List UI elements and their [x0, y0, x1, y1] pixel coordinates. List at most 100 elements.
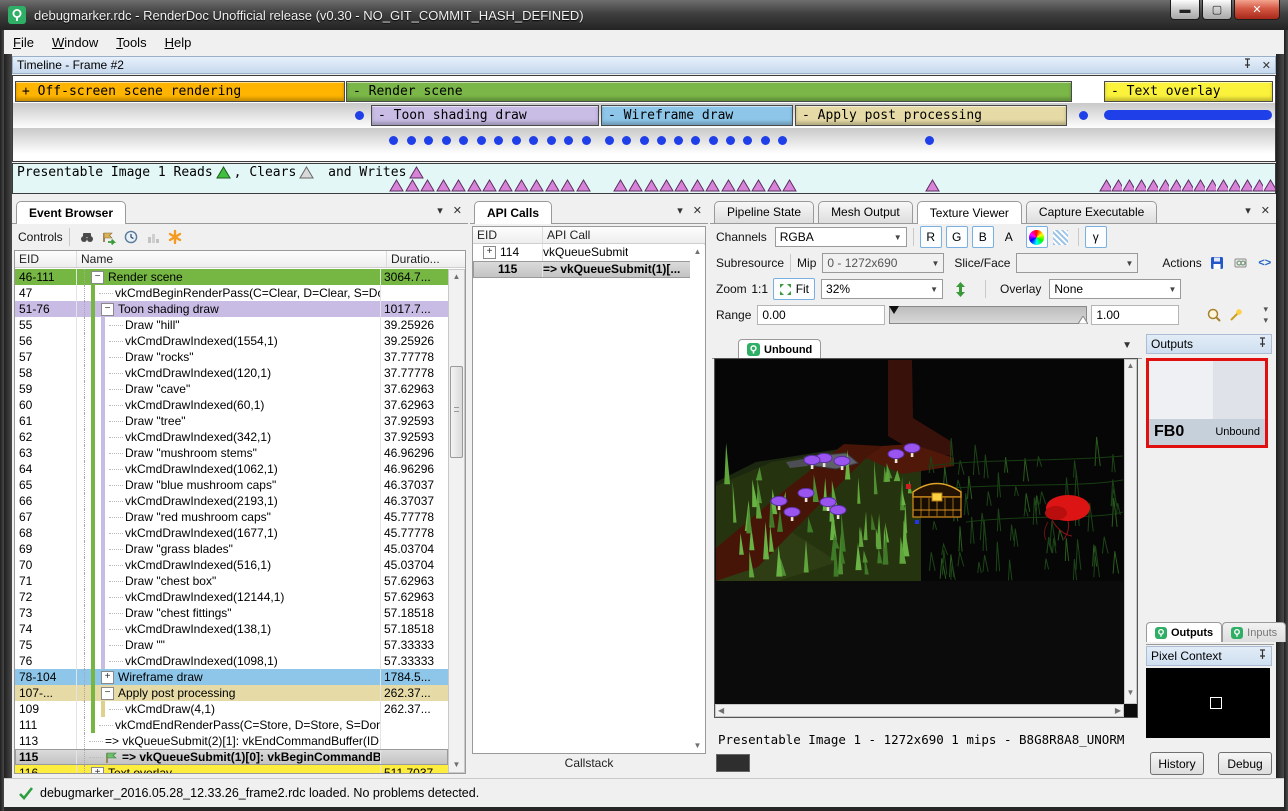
goto-event-icon[interactable] — [98, 226, 120, 248]
event-row-51-76[interactable]: 51-76−Toon shading draw1017.7... — [15, 301, 448, 317]
tab-unbound[interactable]: Unbound — [738, 339, 821, 359]
api-calls-dropdown-icon[interactable]: ▾ — [677, 204, 683, 217]
tab-event-browser[interactable]: Event Browser — [16, 201, 126, 224]
api-row-115[interactable]: 115=> vkQueueSubmit(1)[... — [473, 261, 705, 278]
event-row-55[interactable]: 55Draw "hill"39.25926 — [15, 317, 448, 333]
event-row-63[interactable]: 63Draw "mushroom stems"46.96296 — [15, 445, 448, 461]
tab-pipeline-state[interactable]: Pipeline State — [714, 201, 814, 223]
api-scroll-down-icon[interactable]: ▼ — [690, 739, 705, 753]
event-row-107-...[interactable]: 107-...−Apply post processing262.37... — [15, 685, 448, 701]
api-calls-close-icon[interactable]: ✕ — [693, 204, 702, 217]
gamma-button[interactable]: γ — [1085, 226, 1107, 248]
autofit-wand-icon[interactable] — [1225, 304, 1247, 326]
callstack-label[interactable]: Callstack — [470, 756, 708, 774]
timeline-canvas[interactable]: + Off-screen scene rendering- Render sce… — [12, 75, 1276, 162]
bookmark-icon[interactable] — [164, 226, 186, 248]
event-browser-scrollbar[interactable]: ▲ ▼ — [448, 269, 465, 773]
event-row-109[interactable]: 109vkCmdDraw(4,1)262.37... — [15, 701, 448, 717]
save-icon[interactable] — [1206, 252, 1228, 274]
event-row-62[interactable]: 62vkCmdDrawIndexed(342,1)37.92593 — [15, 429, 448, 445]
viewport-vscroll[interactable]: ▲▼ — [1124, 359, 1137, 704]
timeline-panel-header[interactable]: Timeline - Frame #2 ✕ — [12, 56, 1276, 74]
expander-icon[interactable]: + — [483, 246, 496, 259]
channel-r-button[interactable]: R — [920, 226, 942, 248]
event-row-73[interactable]: 73Draw "chest fittings"57.18518 — [15, 605, 448, 621]
scroll-up-icon[interactable]: ▲ — [449, 270, 464, 284]
timeline-bar-wireframe[interactable]: - Wireframe draw — [601, 105, 793, 126]
scroll-down-icon[interactable]: ▼ — [449, 758, 464, 772]
event-row-72[interactable]: 72vkCmdDrawIndexed(12144,1)57.62963 — [15, 589, 448, 605]
overlay-combo[interactable]: None▼ — [1049, 279, 1181, 299]
pixel-context-view[interactable] — [1146, 668, 1270, 738]
event-row-46-111[interactable]: 46-111−Render scene3064.7... — [15, 269, 448, 285]
event-row-113[interactable]: 113=> vkQueueSubmit(2)[1]: vkEndCommandB… — [15, 733, 448, 749]
event-browser-table[interactable]: EID Name Duratio... 46-111−Render scene3… — [14, 250, 466, 774]
timeline-bar-text-overlay[interactable]: - Text overlay — [1104, 81, 1273, 102]
event-row-74[interactable]: 74vkCmdDrawIndexed(138,1)57.18518 — [15, 621, 448, 637]
tab-api-calls[interactable]: API Calls — [474, 201, 552, 224]
event-browser-close-icon[interactable]: ✕ — [453, 204, 462, 217]
minimize-button[interactable]: ▬ — [1170, 0, 1200, 20]
timeline-bar-post-processing[interactable]: - Apply post processing — [795, 105, 1067, 126]
event-browser-scroll-thumb[interactable] — [450, 366, 463, 458]
event-row-111[interactable]: 111vkCmdEndRenderPass(C=Store, D=Store, … — [15, 717, 448, 733]
channels-combo[interactable]: RGBA▼ — [775, 227, 907, 247]
colorwheel-icon[interactable] — [1026, 226, 1048, 248]
tab-outputs[interactable]: Outputs — [1146, 622, 1222, 642]
debug-button[interactable]: Debug — [1218, 752, 1272, 775]
viewport-hscroll[interactable]: ◀▶ — [715, 704, 1124, 717]
zoom-1to1-button[interactable]: 1:1 — [747, 278, 773, 300]
texture-viewer-dropdown-icon[interactable]: ▾ — [1245, 204, 1251, 217]
timeline-bar-render-scene[interactable]: - Render scene — [346, 81, 1072, 102]
zoom-fit-button[interactable]: Fit — [773, 278, 815, 300]
event-row-115[interactable]: 115=> vkQueueSubmit(1)[0]: vkBeginComman… — [15, 749, 448, 765]
menu-help[interactable]: Help — [156, 32, 201, 53]
tab-mesh-output[interactable]: Mesh Output — [818, 201, 913, 223]
event-row-76[interactable]: 76vkCmdDrawIndexed(1098,1)57.33333 — [15, 653, 448, 669]
link-icon[interactable] — [1230, 252, 1252, 274]
expander-icon[interactable]: + — [91, 767, 104, 774]
api-scroll-up-icon[interactable]: ▲ — [690, 245, 705, 259]
api-calls-table[interactable]: EID API Call +114vkQueueSubmit115=> vkQu… — [472, 226, 706, 754]
event-row-59[interactable]: 59Draw "cave"37.62963 — [15, 381, 448, 397]
channel-b-button[interactable]: B — [972, 226, 994, 248]
texture-viewer-close-icon[interactable]: ✕ — [1261, 204, 1270, 217]
tab-inputs[interactable]: Inputs — [1222, 622, 1286, 642]
find-event-icon[interactable] — [76, 226, 98, 248]
event-row-71[interactable]: 71Draw "chest box"57.62963 — [15, 573, 448, 589]
channel-g-button[interactable]: G — [946, 226, 968, 248]
timeline-bar-offscreen[interactable]: + Off-screen scene rendering — [15, 81, 345, 102]
expander-icon[interactable]: − — [101, 303, 114, 316]
event-row-57[interactable]: 57Draw "rocks"37.77778 — [15, 349, 448, 365]
zoom-combo[interactable]: 32%▼ — [821, 279, 943, 299]
slice-combo[interactable]: ▼ — [1016, 253, 1138, 273]
api-calls-scrollbar[interactable]: ▲ ▼ — [690, 245, 705, 753]
timeline-pin-icon[interactable] — [1243, 58, 1252, 72]
api-row-114[interactable]: +114vkQueueSubmit — [473, 244, 705, 261]
menu-window[interactable]: Window — [43, 32, 107, 53]
preview-dropdown-icon[interactable]: ▼ — [1122, 340, 1132, 351]
maximize-button[interactable]: ▢ — [1202, 0, 1232, 20]
range-max-input[interactable]: 1.00 — [1091, 305, 1179, 325]
event-row-66[interactable]: 66vkCmdDrawIndexed(2193,1)46.37037 — [15, 493, 448, 509]
expander-icon[interactable]: + — [101, 671, 114, 684]
zoom-range-icon[interactable] — [1203, 304, 1225, 326]
outputs-pin-icon[interactable] — [1258, 337, 1267, 351]
channel-a-button[interactable]: A — [998, 226, 1020, 248]
mip-combo[interactable]: 0 - 1272x690▼ — [822, 253, 944, 273]
event-browser-dropdown-icon[interactable]: ▾ — [437, 204, 443, 217]
timeline-bar-toon-shading[interactable]: - Toon shading draw — [371, 105, 599, 126]
event-row-47[interactable]: 47vkCmdBeginRenderPass(C=Clear, D=Clear,… — [15, 285, 448, 301]
texture-viewport[interactable]: ◀▶ ▲▼ — [714, 358, 1138, 718]
range-slider[interactable] — [889, 306, 1087, 324]
event-row-56[interactable]: 56vkCmdDrawIndexed(1554,1)39.25926 — [15, 333, 448, 349]
event-row-67[interactable]: 67Draw "red mushroom caps"45.77778 — [15, 509, 448, 525]
event-row-116-...[interactable]: 116-...+Text overlay511.7037 — [15, 765, 448, 773]
fb0-thumbnail[interactable]: FB0 Unbound — [1146, 358, 1268, 448]
overflow-chevron-icon[interactable]: ▾▾ — [1263, 304, 1268, 326]
event-row-65[interactable]: 65Draw "blue mushroom caps"46.37037 — [15, 477, 448, 493]
timeline-close-icon[interactable]: ✕ — [1262, 59, 1271, 72]
range-min-input[interactable]: 0.00 — [757, 305, 885, 325]
event-row-58[interactable]: 58vkCmdDrawIndexed(120,1)37.77778 — [15, 365, 448, 381]
event-row-61[interactable]: 61Draw "tree"37.92593 — [15, 413, 448, 429]
